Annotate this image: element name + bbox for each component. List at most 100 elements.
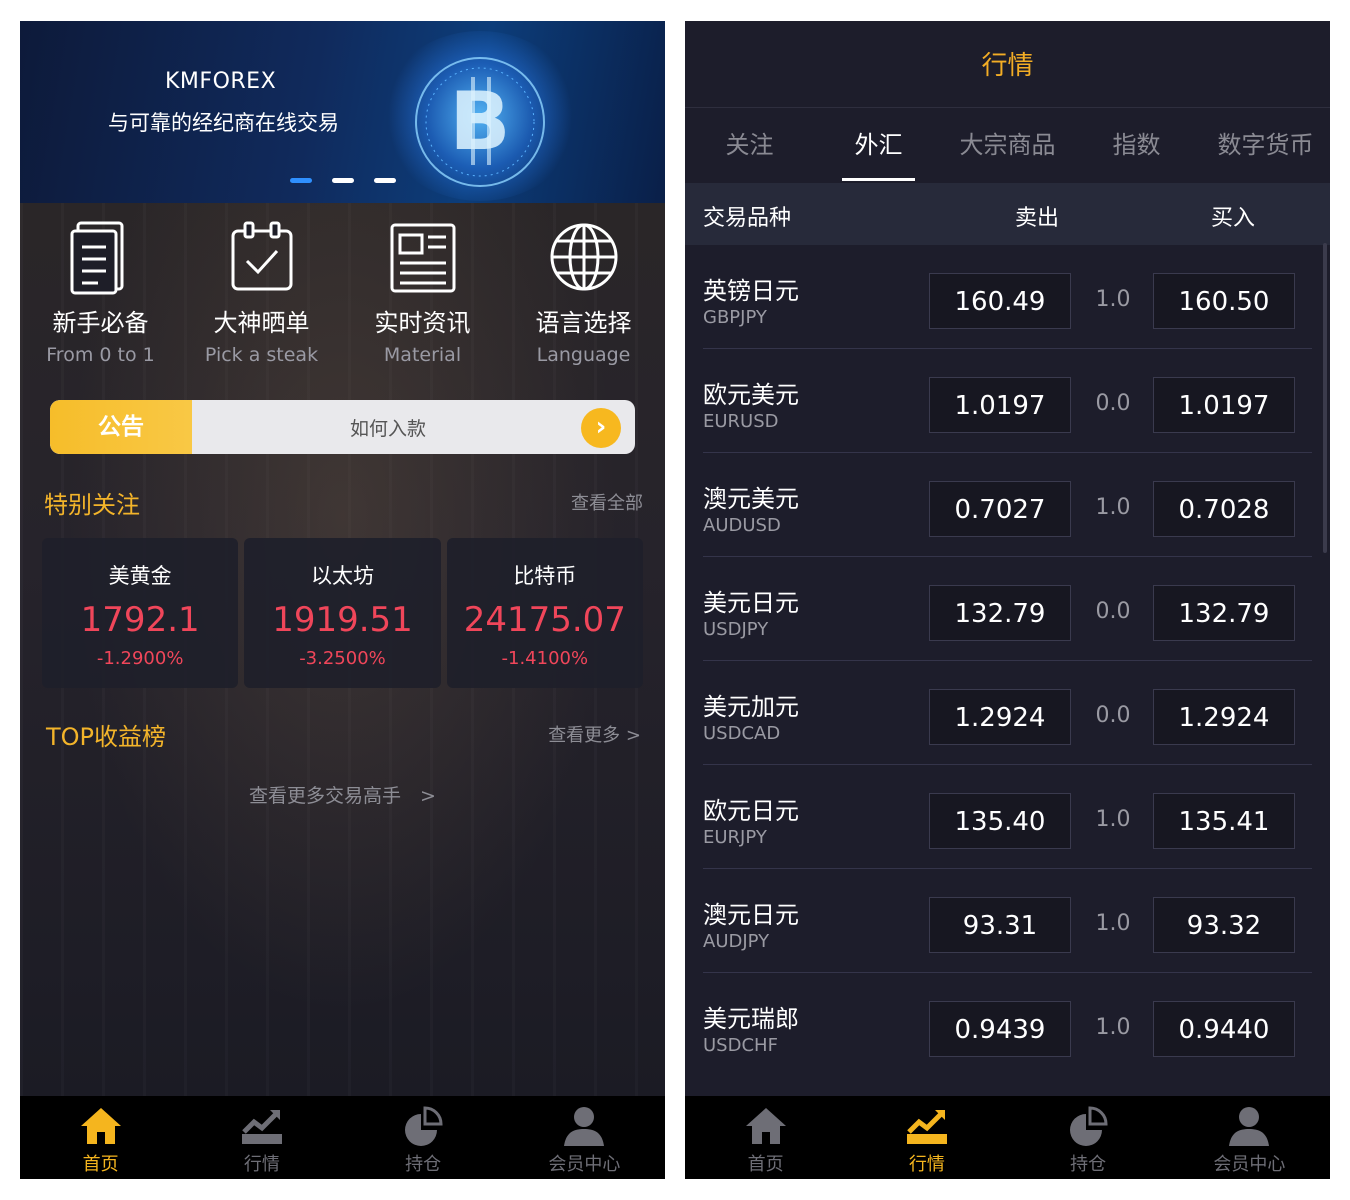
spread: 1.0 — [1095, 807, 1131, 832]
bottom-tabbar: 首页 行情 持仓 会员中心 — [685, 1096, 1330, 1179]
quote-row[interactable]: 英镑日元 GBPJPY 160.49 1.0 160.50 — [685, 245, 1330, 349]
bitcoin-icon: B — [415, 57, 545, 187]
tab-home[interactable]: 首页 — [685, 1096, 846, 1179]
watch-card-eth[interactable]: 以太坊 1919.51 -3.2500% — [244, 538, 441, 688]
notice-text[interactable]: 如何入款 — [350, 414, 426, 441]
tab-commodities[interactable]: 大宗商品 — [943, 109, 1072, 183]
notice-bar[interactable]: 公告 如何入款 › — [50, 400, 635, 454]
promo-banner[interactable]: B KMFOREX 与可靠的经纪商在线交易 — [20, 21, 665, 203]
spread: 1.0 — [1095, 495, 1131, 520]
feature-language[interactable]: 语言选择 Language — [503, 211, 664, 371]
bottom-tabbar: 首页 行情 持仓 会员中心 — [20, 1096, 665, 1179]
tab-watchlist[interactable]: 关注 — [685, 109, 814, 183]
symbol-code: USDJPY — [703, 619, 769, 640]
feature-title: 大神晒单 — [213, 309, 310, 337]
tab-position[interactable]: 持仓 — [1008, 1096, 1169, 1179]
quote-row[interactable]: 美元加元 USDCAD 1.2924 0.0 1.2924 — [685, 661, 1330, 765]
quote-row[interactable]: 美元日元 USDJPY 132.79 0.0 132.79 — [685, 557, 1330, 661]
watch-card-gold[interactable]: 美黄金 1792.1 -1.2900% — [42, 538, 239, 688]
buy-button[interactable]: 93.32 — [1153, 897, 1295, 953]
globe-icon — [550, 223, 617, 291]
sell-button[interactable]: 1.0197 — [929, 377, 1071, 433]
buy-button[interactable]: 1.0197 — [1153, 377, 1295, 433]
tab-member[interactable]: 会员中心 — [504, 1096, 665, 1179]
feature-subtitle: From 0 to 1 — [46, 344, 155, 366]
svg-text:B: B — [450, 75, 511, 168]
buy-button[interactable]: 1.2924 — [1153, 689, 1295, 745]
home-icon — [80, 1108, 121, 1144]
quote-row[interactable]: 澳元美元 AUDUSD 0.7027 1.0 0.7028 — [685, 453, 1330, 557]
view-more-link[interactable]: 查看更多 > — [548, 721, 641, 747]
feature-newbie[interactable]: 新手必备 From 0 to 1 — [20, 211, 181, 371]
buy-button[interactable]: 135.41 — [1153, 793, 1295, 849]
card-name: 美黄金 — [108, 564, 172, 588]
chevron-right-icon[interactable]: › — [581, 408, 621, 448]
symbol-name: 美元加元 — [703, 693, 799, 721]
chart-trend-icon — [241, 1110, 282, 1144]
sell-button[interactable]: 1.2924 — [929, 689, 1071, 745]
card-price: 24175.07 — [463, 600, 626, 640]
tab-market[interactable]: 行情 — [846, 1096, 1007, 1179]
spread: 1.0 — [1095, 287, 1131, 312]
buy-button[interactable]: 160.50 — [1153, 273, 1295, 329]
tab-forex[interactable]: 外汇 — [814, 109, 943, 183]
quote-row[interactable]: 欧元美元 EURUSD 1.0197 0.0 1.0197 — [685, 349, 1330, 453]
watch-card-btc[interactable]: 比特币 24175.07 -1.4100% — [446, 538, 643, 688]
feature-orders[interactable]: 大神晒单 Pick a steak — [181, 211, 342, 371]
symbol-name: 欧元日元 — [703, 797, 799, 825]
quote-row[interactable]: 欧元日元 EURJPY 135.40 1.0 135.41 — [685, 765, 1330, 869]
symbol-code: EURUSD — [703, 411, 779, 432]
spread: 0.0 — [1095, 599, 1131, 624]
buy-button[interactable]: 0.7028 — [1153, 481, 1295, 537]
scrollbar[interactable] — [1323, 243, 1327, 553]
symbol-code: AUDJPY — [703, 931, 770, 952]
feature-subtitle: Pick a steak — [204, 344, 319, 366]
carousel-dot-3[interactable] — [374, 178, 396, 183]
card-price: 1792.1 — [80, 600, 200, 640]
feature-title: 新手必备 — [52, 309, 149, 337]
tab-position[interactable]: 持仓 — [343, 1096, 504, 1179]
symbol-code: AUDUSD — [703, 515, 781, 536]
quote-row[interactable]: 美元瑞郎 USDCHF 0.9439 1.0 0.9440 — [685, 973, 1330, 1057]
view-all-link[interactable]: 查看全部 — [571, 489, 643, 515]
sell-button[interactable]: 93.31 — [929, 897, 1071, 953]
card-change: -1.4100% — [501, 648, 589, 669]
tab-label: 持仓 — [1070, 1154, 1107, 1175]
sell-button[interactable]: 132.79 — [929, 585, 1071, 641]
card-name: 比特币 — [513, 564, 577, 588]
col-symbol: 交易品种 — [703, 206, 792, 231]
spread: 1.0 — [1095, 911, 1131, 936]
feature-news[interactable]: 实时资讯 Material — [342, 211, 503, 371]
symbol-name: 美元瑞郎 — [703, 1005, 799, 1033]
pie-chart-icon — [405, 1106, 443, 1146]
tab-label: 首页 — [747, 1154, 784, 1175]
document-icon — [70, 221, 123, 295]
more-traders-link[interactable]: 查看更多交易高手 > — [20, 781, 665, 808]
tab-indices[interactable]: 指数 — [1072, 109, 1201, 183]
sell-button[interactable]: 0.9439 — [929, 1001, 1071, 1057]
tab-market[interactable]: 行情 — [181, 1096, 342, 1179]
user-icon — [564, 1107, 605, 1146]
buy-button[interactable]: 0.9440 — [1153, 1001, 1295, 1057]
tab-crypto[interactable]: 数字货币 — [1201, 109, 1330, 183]
quote-row[interactable]: 澳元日元 AUDJPY 93.31 1.0 93.32 — [685, 869, 1330, 973]
tab-member[interactable]: 会员中心 — [1169, 1096, 1330, 1179]
spread: 0.0 — [1095, 391, 1131, 416]
sell-button[interactable]: 135.40 — [929, 793, 1071, 849]
category-tabs: 关注 外汇 大宗商品 指数 数字货币 — [685, 109, 1330, 183]
sell-button[interactable]: 0.7027 — [929, 481, 1071, 537]
carousel-dot-2[interactable] — [332, 178, 354, 183]
sell-button[interactable]: 160.49 — [929, 273, 1071, 329]
notice-tag: 公告 — [50, 400, 192, 454]
home-icon — [745, 1108, 786, 1144]
carousel-dot-1[interactable] — [290, 178, 312, 183]
tab-label: 持仓 — [405, 1154, 442, 1175]
calendar-check-icon — [231, 221, 292, 291]
spread: 1.0 — [1095, 1015, 1131, 1040]
symbol-name: 美元日元 — [703, 589, 799, 617]
feature-grid: 新手必备 From 0 to 1 大神晒单 Pick a steak 实时资讯 … — [20, 211, 665, 371]
card-name: 以太坊 — [310, 564, 374, 588]
tab-home[interactable]: 首页 — [20, 1096, 181, 1179]
buy-button[interactable]: 132.79 — [1153, 585, 1295, 641]
symbol-name: 澳元美元 — [703, 485, 799, 513]
